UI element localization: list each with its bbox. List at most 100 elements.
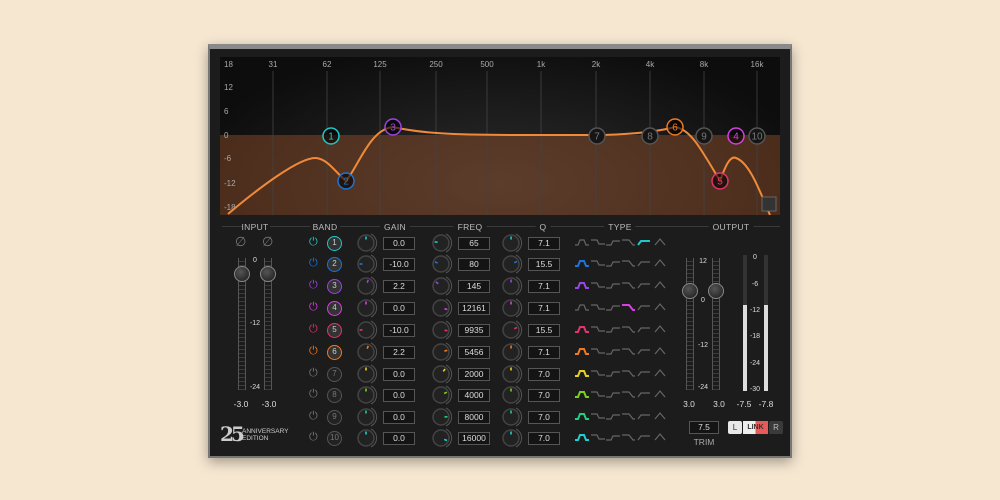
band-number-button[interactable]: 10: [327, 431, 342, 446]
filter-type-bell-icon[interactable]: [574, 258, 590, 269]
gain-input[interactable]: -10.0: [383, 258, 415, 271]
band-node-7[interactable]: 7: [588, 127, 606, 145]
band-node-10[interactable]: 10: [748, 127, 766, 145]
filter-type-notch-icon[interactable]: [652, 346, 668, 357]
gain-input[interactable]: 2.2: [383, 280, 415, 293]
link-button[interactable]: LINK: [743, 421, 768, 434]
filter-type-low-pass-icon[interactable]: [621, 432, 637, 443]
freq-input[interactable]: 5456: [458, 346, 490, 359]
filter-type-low-shelf-icon[interactable]: [590, 432, 606, 443]
filter-type-bell-icon[interactable]: [574, 324, 590, 335]
gain-knob[interactable]: [355, 252, 379, 276]
q-input[interactable]: 15.5: [528, 324, 560, 337]
filter-type-high-shelf-icon[interactable]: [605, 411, 621, 422]
freq-input[interactable]: 4000: [458, 389, 490, 402]
q-input[interactable]: 7.0: [528, 368, 560, 381]
freq-input[interactable]: 8000: [458, 411, 490, 424]
filter-type-high-shelf-icon[interactable]: [605, 237, 621, 248]
filter-type-low-shelf-icon[interactable]: [590, 258, 606, 269]
filter-type-high-pass-icon[interactable]: [636, 324, 652, 335]
gain-input[interactable]: 0.0: [383, 368, 415, 381]
filter-type-bell-icon[interactable]: [574, 432, 590, 443]
fader-knob[interactable]: [682, 283, 698, 299]
freq-input[interactable]: 2000: [458, 368, 490, 381]
gain-input[interactable]: 0.0: [383, 302, 415, 315]
freq-knob[interactable]: [430, 274, 454, 298]
q-input[interactable]: 7.1: [528, 346, 560, 359]
filter-type-notch-icon[interactable]: [652, 432, 668, 443]
phase-invert-right-icon[interactable]: ∅: [262, 234, 273, 250]
filter-type-low-shelf-icon[interactable]: [590, 411, 606, 422]
filter-type-bell-icon[interactable]: [574, 389, 590, 400]
filter-type-high-pass-icon[interactable]: [636, 432, 652, 443]
filter-type-low-shelf-icon[interactable]: [590, 280, 606, 291]
q-knob[interactable]: [500, 383, 524, 407]
gain-knob[interactable]: [355, 296, 379, 320]
gain-input[interactable]: 0.0: [383, 411, 415, 424]
band-power-toggle[interactable]: ⏻: [309, 279, 318, 292]
filter-type-low-pass-icon[interactable]: [621, 346, 637, 357]
q-input[interactable]: 7.0: [528, 411, 560, 424]
gain-input[interactable]: 0.0: [383, 237, 415, 250]
right-channel-button[interactable]: R: [769, 421, 783, 434]
filter-type-high-pass-icon[interactable]: [636, 280, 652, 291]
left-channel-button[interactable]: L: [728, 421, 742, 434]
freq-knob[interactable]: [430, 296, 454, 320]
q-knob[interactable]: [500, 296, 524, 320]
input-fader-left[interactable]: [234, 258, 250, 390]
gain-input[interactable]: 0.0: [383, 432, 415, 445]
q-knob[interactable]: [500, 318, 524, 342]
gain-input[interactable]: -10.0: [383, 324, 415, 337]
band-power-toggle[interactable]: ⏻: [309, 410, 318, 423]
filter-type-bell-icon[interactable]: [574, 346, 590, 357]
filter-type-notch-icon[interactable]: [652, 258, 668, 269]
filter-type-low-shelf-icon[interactable]: [590, 346, 606, 357]
filter-type-notch-icon[interactable]: [652, 324, 668, 335]
band-node-3[interactable]: 3: [384, 118, 402, 136]
freq-input[interactable]: 16000: [458, 432, 490, 445]
freq-knob[interactable]: [430, 252, 454, 276]
filter-type-bell-icon[interactable]: [574, 411, 590, 422]
filter-type-low-shelf-icon[interactable]: [590, 302, 606, 313]
q-input[interactable]: 15.5: [528, 258, 560, 271]
band-number-button[interactable]: 9: [327, 410, 342, 425]
band-power-toggle[interactable]: ⏻: [309, 301, 318, 314]
band-number-button[interactable]: 1: [327, 236, 342, 251]
filter-type-low-pass-icon[interactable]: [621, 302, 637, 313]
phase-invert-left-icon[interactable]: ∅: [235, 234, 246, 250]
band-node-6[interactable]: 6: [666, 118, 684, 136]
q-knob[interactable]: [500, 252, 524, 276]
freq-knob[interactable]: [430, 383, 454, 407]
band-power-toggle[interactable]: ⏻: [309, 345, 318, 358]
filter-type-high-shelf-icon[interactable]: [605, 302, 621, 313]
band-number-button[interactable]: 4: [327, 301, 342, 316]
band-node-5[interactable]: 5: [711, 172, 729, 190]
band-node-8[interactable]: 8: [641, 127, 659, 145]
filter-type-high-pass-icon[interactable]: [636, 389, 652, 400]
trim-fader-right[interactable]: [708, 258, 724, 390]
trim-input[interactable]: 7.5: [689, 421, 719, 434]
filter-type-low-pass-icon[interactable]: [621, 411, 637, 422]
band-power-toggle[interactable]: ⏻: [309, 236, 318, 249]
filter-type-low-shelf-icon[interactable]: [590, 389, 606, 400]
filter-type-low-pass-icon[interactable]: [621, 324, 637, 335]
band-number-button[interactable]: 6: [327, 345, 342, 360]
q-input[interactable]: 7.0: [528, 389, 560, 402]
filter-type-low-pass-icon[interactable]: [621, 237, 637, 248]
q-input[interactable]: 7.1: [528, 237, 560, 250]
filter-type-notch-icon[interactable]: [652, 280, 668, 291]
filter-type-low-pass-icon[interactable]: [621, 258, 637, 269]
filter-type-notch-icon[interactable]: [652, 368, 668, 379]
q-input[interactable]: 7.1: [528, 280, 560, 293]
fader-knob[interactable]: [708, 283, 724, 299]
freq-knob[interactable]: [430, 340, 454, 364]
freq-input[interactable]: 80: [458, 258, 490, 271]
q-knob[interactable]: [500, 274, 524, 298]
filter-type-low-shelf-icon[interactable]: [590, 237, 606, 248]
band-number-button[interactable]: 5: [327, 323, 342, 338]
gain-knob[interactable]: [355, 274, 379, 298]
filter-type-notch-icon[interactable]: [652, 389, 668, 400]
filter-type-bell-icon[interactable]: [574, 368, 590, 379]
freq-input[interactable]: 65: [458, 237, 490, 250]
filter-type-high-shelf-icon[interactable]: [605, 346, 621, 357]
